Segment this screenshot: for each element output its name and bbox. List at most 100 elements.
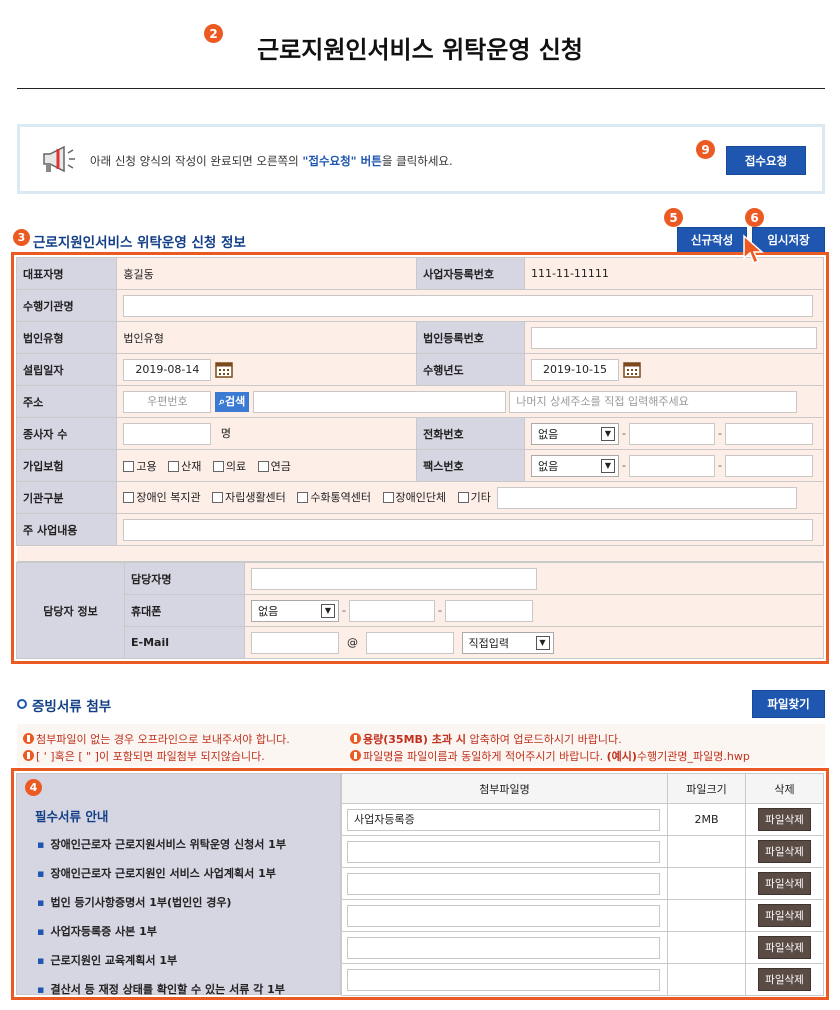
rep-name-value: 홍길동 xyxy=(116,257,418,290)
insurance-employment-checkbox[interactable]: 고용 xyxy=(123,460,157,473)
address-label: 주소 xyxy=(15,385,118,418)
badge-4: 4 xyxy=(25,779,42,796)
est-date-label: 설립일자 xyxy=(15,353,118,386)
org-welfare-checkbox[interactable]: 장애인 복지관 xyxy=(123,491,201,504)
corp-type-value: 법인유형 xyxy=(116,321,418,354)
col-size-header: 파일크기 xyxy=(667,773,746,804)
new-write-button[interactable]: 신규작성 xyxy=(677,227,747,253)
address-main-input[interactable] xyxy=(252,390,506,413)
table-row: 파일삭제 xyxy=(341,867,824,900)
file-name-input[interactable] xyxy=(347,904,660,927)
chevron-down-icon: ▼ xyxy=(535,635,550,650)
attach-table: 첨부파일명 파일크기 삭제 사업자등록증 2MB 파일삭제 파일삭제 파일삭제 … xyxy=(341,773,824,996)
badge-6: 6 xyxy=(745,208,764,227)
main-biz-input[interactable] xyxy=(123,518,814,541)
email-domain-select[interactable]: 직접입력 ▼ xyxy=(461,631,554,654)
badge-2: 2 xyxy=(204,24,223,43)
list-item: 사업자등록증 사본 1부 xyxy=(37,923,286,939)
file-name-input[interactable] xyxy=(347,936,660,959)
biz-no-label: 사업자등록번호 xyxy=(416,257,525,290)
badge-5: 5 xyxy=(664,208,683,227)
submit-request-button[interactable]: 접수요청 xyxy=(726,146,806,175)
mobile-prefix-select[interactable]: 없음 ▼ xyxy=(251,599,339,622)
warning-icon xyxy=(350,733,361,744)
page-title: 근로지원인서비스 위탁운영 신청 xyxy=(257,36,583,64)
title-divider xyxy=(17,88,825,89)
delete-file-button[interactable]: 파일삭제 xyxy=(758,808,811,831)
biz-no-value: 111-11-11111 xyxy=(524,257,824,290)
est-date-input[interactable]: 2019-08-14 xyxy=(123,358,212,381)
notice-box: 아래 신청 양식의 작성이 완료되면 오른쪽의 "접수요청" 버튼을 클릭하세요… xyxy=(17,124,825,194)
email-at: @ xyxy=(347,635,358,649)
phone-label: 전화번호 xyxy=(416,417,525,450)
list-item: 장애인근로자 근로지원인 서비스 사업계획서 1부 xyxy=(37,865,286,881)
fax-area-select[interactable]: 없음 ▼ xyxy=(531,454,619,477)
file-name-input[interactable] xyxy=(347,840,660,863)
insurance-pension-checkbox[interactable]: 연금 xyxy=(257,460,291,473)
list-item: 근로지원인 교육계획서 1부 xyxy=(37,952,286,968)
org-independent-checkbox[interactable]: 자립생활센터 xyxy=(212,491,286,504)
file-name-input[interactable] xyxy=(347,968,660,991)
main-biz-label: 주 사업내용 xyxy=(15,513,118,546)
address-detail-input[interactable]: 나머지 상세주소를 직접 입력해주세요 xyxy=(509,390,798,413)
delete-file-button[interactable]: 파일삭제 xyxy=(758,904,811,927)
file-size xyxy=(667,835,746,868)
file-name-input[interactable]: 사업자등록증 xyxy=(347,808,660,831)
fax-mid-input[interactable] xyxy=(628,454,715,477)
employees-input[interactable] xyxy=(123,422,212,445)
employees-label: 종사자 수 xyxy=(15,417,118,450)
required-docs-panel: 4 필수서류 안내 장애인근로자 근로지원서비스 위탁운영 신청서 1부 장애인… xyxy=(16,773,341,997)
agency-input[interactable] xyxy=(123,294,814,317)
address-search-button[interactable]: ⌕검색 xyxy=(214,391,250,412)
manager-table: 담당자 정보 담당자명 휴대폰 없음 ▼ - - E-Mail @ 직접입력 ▼ xyxy=(16,562,824,659)
file-name-input[interactable] xyxy=(347,872,660,895)
file-size xyxy=(667,899,746,932)
chevron-down-icon: ▼ xyxy=(321,603,335,618)
delete-file-button[interactable]: 파일삭제 xyxy=(758,968,811,991)
delete-file-button[interactable]: 파일삭제 xyxy=(758,872,811,895)
attach-box: 4 필수서류 안내 장애인근로자 근로지원서비스 위탁운영 신청서 1부 장애인… xyxy=(11,768,829,1000)
zipcode-input[interactable]: 우편번호 xyxy=(123,390,212,413)
cursor-icon xyxy=(743,234,764,265)
mobile-mid-input[interactable] xyxy=(348,599,435,622)
rep-name-label: 대표자명 xyxy=(15,257,118,290)
list-item: 결산서 등 재정 상태를 확인할 수 있는 서류 각 1부 xyxy=(37,981,286,997)
warning-icon xyxy=(23,750,34,761)
corp-no-input[interactable] xyxy=(531,326,817,349)
required-docs-title: 필수서류 안내 xyxy=(35,809,109,824)
email-id-input[interactable] xyxy=(251,631,339,654)
corp-no-label: 법인등록번호 xyxy=(416,321,525,354)
insurance-medical-checkbox[interactable]: 의료 xyxy=(212,460,246,473)
badge-9: 9 xyxy=(696,140,715,159)
agency-label: 수행기관명 xyxy=(15,289,118,322)
perf-year-input[interactable]: 2019-10-15 xyxy=(531,358,619,381)
employees-unit: 명 xyxy=(220,426,231,440)
table-row: 사업자등록증 2MB 파일삭제 xyxy=(341,803,824,836)
info-form-box: 대표자명 홍길동 사업자등록번호 111-11-11111 수행기관명 법인유형… xyxy=(11,252,829,664)
file-size xyxy=(667,931,746,964)
warning-1: 첨부파일이 없는 경우 오프라인으로 보내주셔야 합니다. xyxy=(23,731,290,747)
fax-last-input[interactable] xyxy=(724,454,813,477)
org-group-checkbox[interactable]: 장애인단체 xyxy=(382,491,446,504)
perf-year-label: 수행년도 xyxy=(416,353,525,386)
phone-area-select[interactable]: 없음 ▼ xyxy=(531,422,619,445)
email-domain-input[interactable] xyxy=(366,631,454,654)
org-other-checkbox[interactable]: 기타 xyxy=(457,491,491,504)
insurance-accident-checkbox[interactable]: 산재 xyxy=(168,460,201,473)
org-other-input[interactable] xyxy=(497,486,798,509)
delete-file-button[interactable]: 파일삭제 xyxy=(758,840,811,863)
fax-label: 팩스번호 xyxy=(416,449,525,482)
table-row: 파일삭제 xyxy=(341,963,824,996)
manager-name-input[interactable] xyxy=(251,567,537,590)
calendar-icon[interactable] xyxy=(623,361,641,378)
delete-file-button[interactable]: 파일삭제 xyxy=(758,936,811,959)
find-file-button[interactable]: 파일찾기 xyxy=(752,690,825,718)
calendar-icon[interactable] xyxy=(215,361,234,378)
mobile-last-input[interactable] xyxy=(444,599,533,622)
phone-mid-input[interactable] xyxy=(628,422,715,445)
warning-4: 파일명을 파일이름과 동일하게 적어주시기 바랍니다. (예시)수행기관명_파일… xyxy=(350,748,750,764)
chevron-down-icon: ▼ xyxy=(601,458,615,473)
table-row: 파일삭제 xyxy=(341,899,824,932)
phone-last-input[interactable] xyxy=(724,422,813,445)
org-sign-checkbox[interactable]: 수화통역센터 xyxy=(297,491,371,504)
